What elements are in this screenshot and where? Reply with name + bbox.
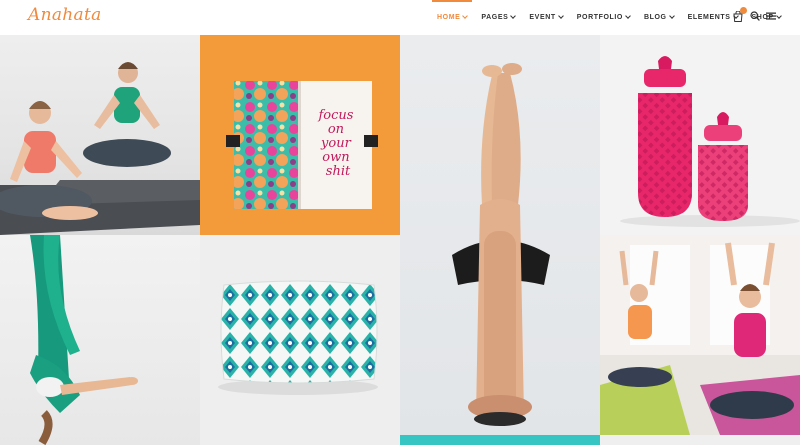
gallery-item-notebook[interactable]: focus on your own shit: [200, 35, 400, 235]
nav-item-home[interactable]: HOME: [430, 0, 474, 35]
meditation-photo: [0, 62, 200, 235]
gallery-item-pillow[interactable]: [200, 235, 400, 445]
nav-item-blog[interactable]: BLOG: [637, 0, 681, 35]
gallery-item-aerial-yoga[interactable]: [0, 235, 200, 445]
gallery-item-jars[interactable]: [600, 35, 800, 235]
nav-item-portfolio[interactable]: PORTFOLIO: [570, 0, 637, 35]
menu-icon[interactable]: [766, 11, 776, 21]
yoga-pose-photo: [452, 63, 550, 426]
site-logo[interactable]: Anahata: [28, 5, 102, 25]
teal-accent-strip: [400, 435, 600, 445]
cart-icon[interactable]: [733, 7, 747, 22]
gallery-item-meditation[interactable]: [0, 35, 200, 235]
grey-divider-strip: [600, 435, 800, 445]
nav-item-event[interactable]: EVENT: [522, 0, 569, 35]
notebook-photo: focus on your own shit: [226, 81, 378, 209]
site-header: Anahata HOME PAGES EVENT PORTFOLIO BLOG …: [0, 0, 800, 35]
aerial-yoga-photo: [30, 235, 138, 445]
gallery-item-stretching[interactable]: [600, 235, 800, 435]
stretching-photo: [600, 235, 800, 435]
nav-item-pages[interactable]: PAGES: [474, 0, 522, 35]
pillow-photo: [218, 280, 378, 395]
pink-jars-photo: [620, 56, 800, 227]
gallery-item-yoga-pose[interactable]: [400, 35, 600, 435]
search-icon[interactable]: [750, 11, 760, 21]
cart-count-badge: [740, 7, 747, 14]
